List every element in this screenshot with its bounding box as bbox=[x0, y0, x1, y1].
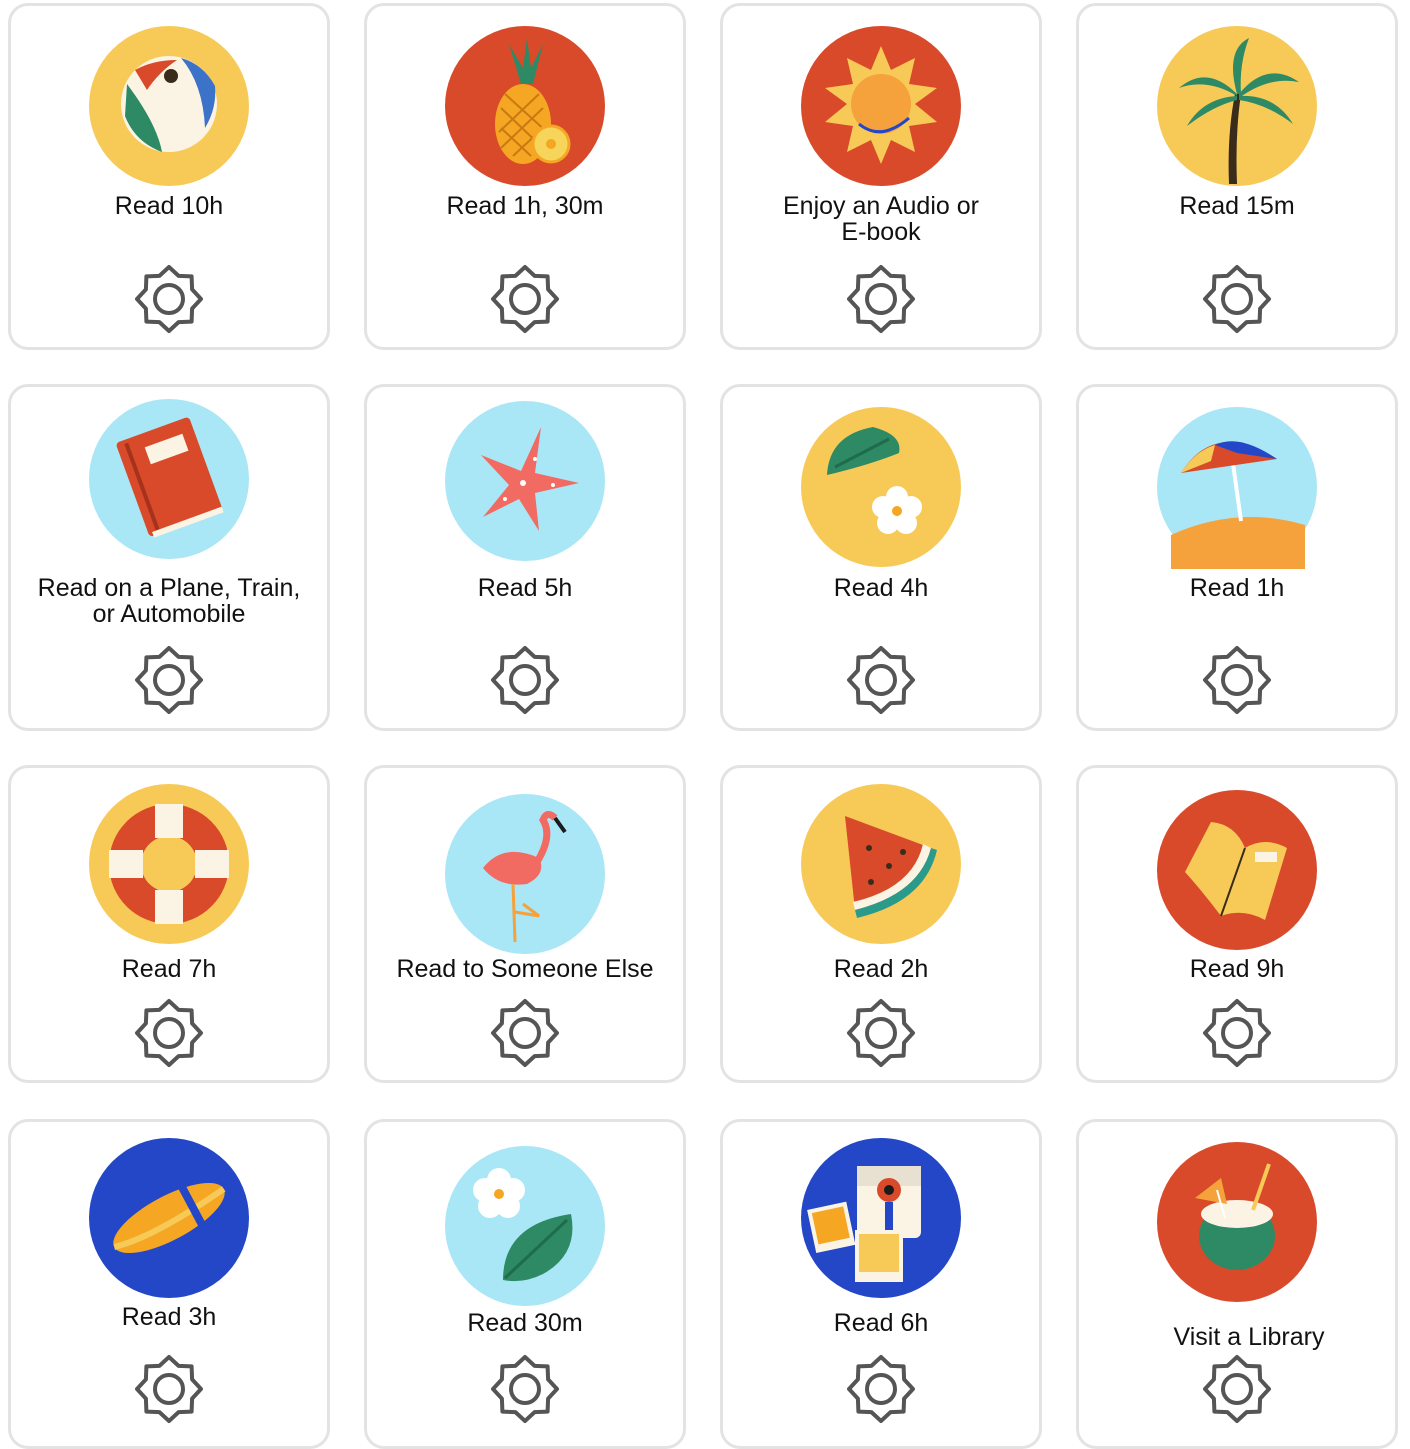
badge-card-2[interactable]: Enjoy an Audio or E-book bbox=[720, 3, 1042, 350]
settings-gear-icon[interactable] bbox=[846, 645, 916, 715]
pineapple-icon bbox=[443, 24, 607, 188]
badge-card-1[interactable]: Read 1h, 30m bbox=[364, 3, 686, 350]
badge-card-4[interactable]: Read on a Plane, Train, or Automobile bbox=[8, 384, 330, 731]
badge-label: Read on a Plane, Train, or Automobile bbox=[37, 574, 301, 628]
badge-label: Read 1h bbox=[1189, 574, 1285, 602]
badge-card-9[interactable]: Read to Someone Else bbox=[364, 765, 686, 1083]
badge-card-11[interactable]: Read 9h bbox=[1076, 765, 1398, 1083]
badge-card-7[interactable]: Read 1h bbox=[1076, 384, 1398, 731]
palm-tree-icon bbox=[1155, 24, 1319, 188]
badge-label: Read 10h bbox=[114, 192, 224, 220]
settings-gear-icon[interactable] bbox=[134, 998, 204, 1068]
settings-gear-icon[interactable] bbox=[846, 264, 916, 334]
settings-gear-icon[interactable] bbox=[134, 1354, 204, 1424]
badge-card-0[interactable]: Read 10h bbox=[8, 3, 330, 350]
badge-card-15[interactable]: Visit a Library bbox=[1076, 1119, 1398, 1449]
settings-gear-icon[interactable] bbox=[1202, 645, 1272, 715]
settings-gear-icon[interactable] bbox=[490, 998, 560, 1068]
badge-label: Visit a Library bbox=[1173, 1323, 1325, 1351]
monstera-flower-icon bbox=[799, 405, 963, 569]
badge-label: Read 5h bbox=[477, 574, 573, 602]
beach-umbrella-icon bbox=[1155, 405, 1319, 569]
open-book-icon bbox=[1155, 788, 1319, 952]
surfboard-icon bbox=[87, 1136, 251, 1300]
badge-card-14[interactable]: Read 6h bbox=[720, 1119, 1042, 1449]
badge-label: Read 9h bbox=[1189, 955, 1285, 983]
badge-label: Read 2h bbox=[833, 955, 929, 983]
settings-gear-icon[interactable] bbox=[134, 645, 204, 715]
settings-gear-icon[interactable] bbox=[1202, 998, 1272, 1068]
settings-gear-icon[interactable] bbox=[1202, 264, 1272, 334]
badge-label: Read 3h bbox=[121, 1303, 217, 1331]
book-icon bbox=[87, 397, 251, 561]
starfish-icon bbox=[443, 399, 607, 563]
sun-icon bbox=[799, 24, 963, 188]
instant-camera-icon bbox=[799, 1136, 963, 1300]
badge-card-8[interactable]: Read 7h bbox=[8, 765, 330, 1083]
settings-gear-icon[interactable] bbox=[490, 1354, 560, 1424]
badge-card-6[interactable]: Read 4h bbox=[720, 384, 1042, 731]
settings-gear-icon[interactable] bbox=[490, 645, 560, 715]
flower-leaf-icon bbox=[443, 1144, 607, 1308]
badge-label: Read 1h, 30m bbox=[446, 192, 604, 220]
badge-label: Read 30m bbox=[467, 1309, 583, 1337]
badge-card-10[interactable]: Read 2h bbox=[720, 765, 1042, 1083]
badge-card-12[interactable]: Read 3h bbox=[8, 1119, 330, 1449]
badge-card-5[interactable]: Read 5h bbox=[364, 384, 686, 731]
watermelon-icon bbox=[799, 782, 963, 946]
settings-gear-icon[interactable] bbox=[846, 1354, 916, 1424]
life-ring-icon bbox=[87, 782, 251, 946]
badge-label: Enjoy an Audio or E-book bbox=[783, 192, 979, 246]
badge-label: Read 15m bbox=[1179, 192, 1295, 220]
settings-gear-icon[interactable] bbox=[134, 264, 204, 334]
settings-gear-icon[interactable] bbox=[490, 264, 560, 334]
badge-label: Read 4h bbox=[833, 574, 929, 602]
settings-gear-icon[interactable] bbox=[846, 998, 916, 1068]
badge-label: Read 7h bbox=[121, 955, 217, 983]
badge-card-13[interactable]: Read 30m bbox=[364, 1119, 686, 1449]
badge-label: Read 6h bbox=[833, 1309, 929, 1337]
badge-label: Read to Someone Else bbox=[396, 955, 654, 983]
beach-ball-icon bbox=[87, 24, 251, 188]
flamingo-icon bbox=[443, 792, 607, 956]
badge-card-3[interactable]: Read 15m bbox=[1076, 3, 1398, 350]
settings-gear-icon[interactable] bbox=[1202, 1354, 1272, 1424]
coconut-drink-icon bbox=[1155, 1140, 1319, 1304]
